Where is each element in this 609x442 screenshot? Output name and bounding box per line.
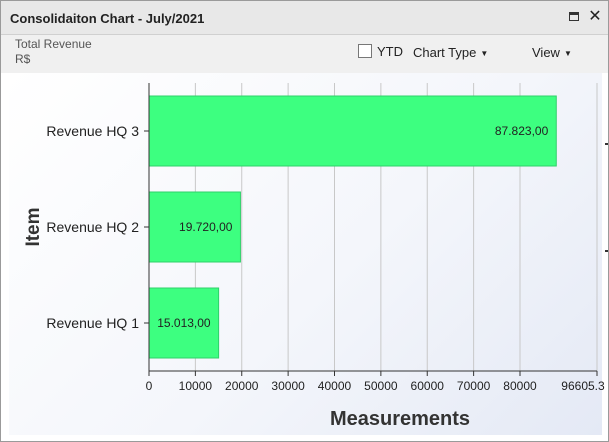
y-axis-title: Item <box>23 207 44 246</box>
bar-data-label: 19.720,00 <box>179 220 233 234</box>
bar-data-label: 15.013,00 <box>157 316 211 330</box>
scroll-marker <box>605 250 608 252</box>
bar-chart: 87.823,00 19.720,00 15.013,00 0 10000 20000 3… <box>23 83 605 430</box>
category-label: Revenue HQ 3 <box>46 123 139 139</box>
chart-window: Consolidaiton Chart - July/2021 ✕ Total … <box>0 0 609 442</box>
x-tick-label: 0 <box>146 379 153 393</box>
bars: 87.823,00 19.720,00 15.013,00 <box>148 95 557 359</box>
category-label: Revenue HQ 2 <box>46 219 139 235</box>
scroll-marker <box>605 143 608 145</box>
x-tick-label: 60000 <box>411 379 445 393</box>
x-tick-label: 20000 <box>225 379 259 393</box>
x-ticks: 0 10000 20000 30000 40000 50000 60000 70000 8000… <box>146 371 605 393</box>
x-axis-title: Measurements <box>330 408 470 430</box>
x-tick-label: 30000 <box>271 379 305 393</box>
x-tick-label: 10000 <box>179 379 213 393</box>
x-tick-label: 96605.3 <box>561 379 605 393</box>
x-tick-label: 40000 <box>318 379 352 393</box>
bar-data-label: 87.823,00 <box>495 124 549 138</box>
x-tick-label: 50000 <box>364 379 398 393</box>
x-tick-label: 80000 <box>503 379 537 393</box>
x-tick-label: 70000 <box>457 379 491 393</box>
category-label: Revenue HQ 1 <box>46 315 139 331</box>
category-labels: Revenue HQ 3 Revenue HQ 2 Revenue HQ 1 <box>46 123 149 331</box>
